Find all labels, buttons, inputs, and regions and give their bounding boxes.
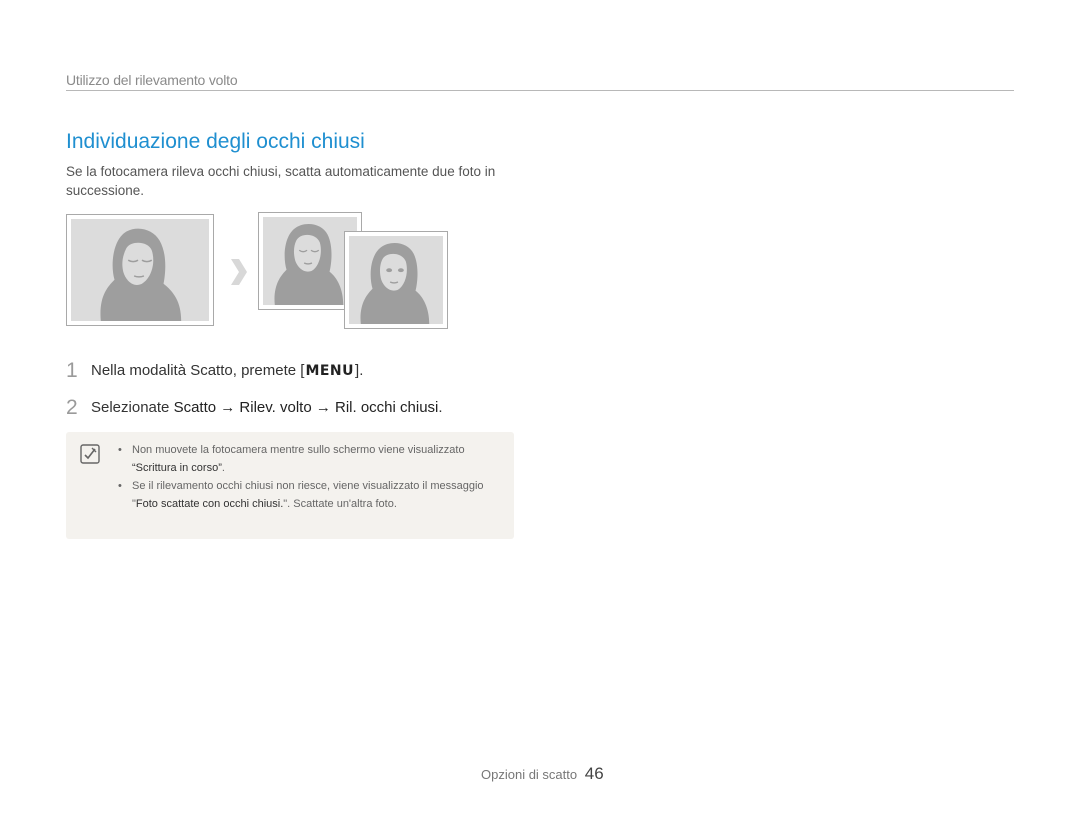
intro-text: Se la fotocamera rileva occhi chiusi, sc… <box>66 164 496 198</box>
page-footer: Opzioni di scatto 46 <box>481 764 604 784</box>
step-text: Selezionate <box>91 399 174 416</box>
bullet-dot: • <box>118 480 122 492</box>
note-highlight: Foto scattate con occhi chiusi. <box>135 498 284 510</box>
footer-label: Opzioni di scatto <box>481 767 578 782</box>
note-text-end: ". Scattate un'altra foto. <box>283 498 397 510</box>
closed-eyes-photo <box>66 214 214 326</box>
note-text: Non muovete la fotocamera mentre sullo s… <box>132 444 465 456</box>
step-2: 2 Selezionate Scatto → Rilev. volto → Ril… <box>66 396 443 420</box>
menu-path: Scatto → Rilev. volto → Ril. occhi chius… <box>173 399 439 416</box>
note-pencil-icon <box>80 444 100 464</box>
woman-portrait-illustration <box>349 236 443 324</box>
page-number: 46 <box>584 764 604 783</box>
second-shot-photo <box>344 231 448 329</box>
woman-portrait-illustration <box>71 219 209 321</box>
step-number: 1 <box>66 359 78 382</box>
section-header: Utilizzo del rilevamento volto <box>66 72 238 88</box>
note-text-end: . <box>221 462 225 474</box>
page-title: Individuazione degli occhi chiusi <box>66 130 365 153</box>
step-text: Nella modalità Scatto, premete [ <box>91 362 305 379</box>
step-number: 2 <box>66 396 78 419</box>
bullet-dot: • <box>118 444 122 456</box>
woman-portrait-illustration <box>263 217 357 305</box>
step-text-end: . <box>438 399 443 416</box>
arrow-right-icon <box>231 259 247 285</box>
step-1: 1 Nella modalità Scatto, premete [MENU]. <box>66 359 363 383</box>
header-divider <box>66 90 1014 91</box>
menu-key-icon: MENU <box>305 363 355 379</box>
step-text-end: ]. <box>355 362 364 379</box>
note-bullet: • Se il rilevamento occhi chiusi non rie… <box>118 477 498 513</box>
note-highlight: “Scrittura in corso” <box>132 462 222 474</box>
note-bullet: • Non muovete la fotocamera mentre sullo… <box>118 441 498 477</box>
